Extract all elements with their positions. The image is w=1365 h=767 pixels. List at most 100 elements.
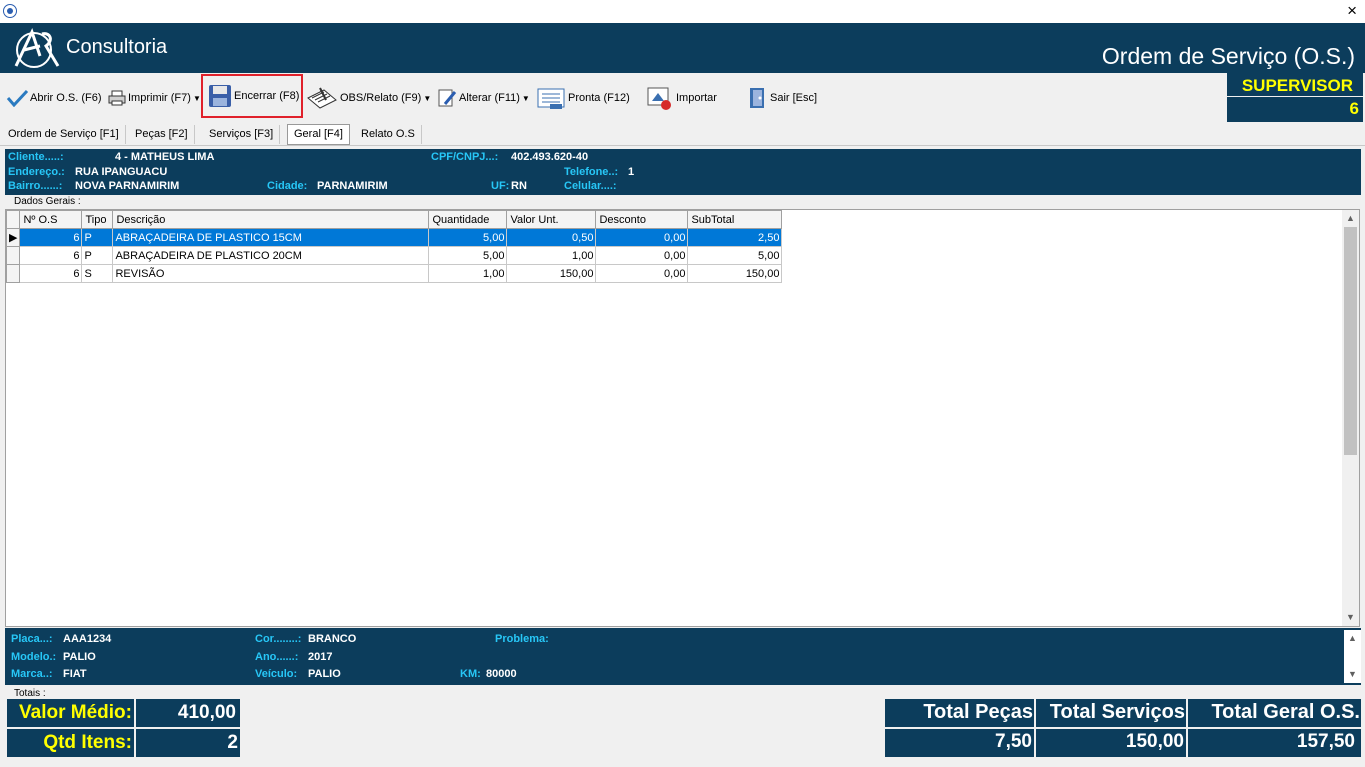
abrir-os-label: Abrir O.S. (F6) (30, 92, 102, 104)
cell-descricao[interactable]: ABRAÇADEIRA DE PLASTICO 20CM (112, 246, 430, 265)
cell-nos[interactable]: 6 (19, 264, 83, 283)
cell-tipo[interactable]: P (81, 246, 114, 265)
scroll-down-icon[interactable]: ▼ (1344, 666, 1361, 683)
cidade-label: Cidade: (267, 180, 308, 192)
user-number: 6 (1349, 99, 1359, 118)
cell-desconto[interactable]: 0,00 (595, 264, 689, 283)
table-row[interactable]: 6 S REVISÃO 1,00 150,00 0,00 150,00 (5, 264, 783, 283)
scroll-down-icon[interactable]: ▼ (1342, 609, 1359, 626)
abrir-os-button[interactable]: Abrir O.S. (F6) (6, 73, 102, 123)
cell-subtotal[interactable]: 5,00 (687, 246, 783, 265)
sair-label: Sair [Esc] (770, 92, 818, 104)
cell-desconto[interactable]: 0,00 (595, 246, 689, 265)
alterar-button[interactable]: Alterar (F11) ▼ (437, 73, 530, 123)
ano-label: Ano......: (255, 651, 299, 663)
table-row[interactable]: 6 P ABRAÇADEIRA DE PLASTICO 20CM 5,00 1,… (5, 246, 783, 265)
cell-subtotal[interactable]: 2,50 (687, 228, 783, 247)
cell-quantidade[interactable]: 1,00 (428, 264, 508, 283)
problema-scrollbar[interactable]: ▲ ▼ (1344, 630, 1361, 683)
cell-valor-unt[interactable]: 150,00 (506, 264, 597, 283)
cidade-value: PARNAMIRIM (317, 180, 388, 192)
col-header-valor-unt[interactable]: Valor Unt. (506, 210, 597, 229)
scrollbar-thumb[interactable] (1344, 227, 1357, 455)
scroll-up-icon[interactable]: ▲ (1344, 630, 1361, 647)
col-header-quantidade[interactable]: Quantidade (428, 210, 508, 229)
sair-button[interactable]: Sair [Esc] (746, 73, 817, 123)
encerrar-label: Encerrar (F8) (234, 90, 300, 102)
grid-scrollbar[interactable]: ▲ ▼ (1342, 210, 1359, 626)
document-list-icon (537, 88, 565, 109)
marca-value: FIAT (63, 668, 87, 680)
importar-button[interactable]: Importar (646, 73, 717, 123)
bairro-label: Bairro......: (8, 180, 63, 192)
cell-desconto[interactable]: 0,00 (595, 228, 689, 247)
col-header-subtotal[interactable]: SubTotal (687, 210, 783, 229)
cell-quantidade[interactable]: 5,00 (428, 228, 508, 247)
total-pecas-label: Total Peças (885, 699, 1034, 727)
uf-label: UF: (491, 180, 510, 192)
telefone-value: 1 (628, 166, 635, 178)
cell-quantidade[interactable]: 5,00 (428, 246, 508, 265)
tab-geral[interactable]: Geral [F4] (287, 124, 350, 145)
company-name: Consultoria (66, 36, 168, 58)
totais-legend: Totais : (14, 688, 46, 699)
obs-relato-label: OBS/Relato (F9) (340, 92, 422, 104)
tab-servicos[interactable]: Serviços [F3] (203, 125, 281, 144)
tab-relato-os[interactable]: Relato O.S (355, 125, 422, 144)
cell-valor-unt[interactable]: 1,00 (506, 246, 597, 265)
cell-descricao[interactable]: ABRAÇADEIRA DE PLASTICO 15CM (112, 228, 430, 247)
logo-icon (14, 27, 60, 68)
total-geral-value: 157,50 (1188, 729, 1361, 757)
tab-ordem-servico[interactable]: Ordem de Serviço [F1] (2, 125, 126, 144)
client-panel: Cliente.....: 4 - MATHEUS LIMA CPF/CNPJ.… (5, 149, 1361, 195)
encerrar-button[interactable]: Encerrar (F8) (201, 74, 303, 118)
cell-descricao[interactable]: REVISÃO (112, 264, 430, 283)
row-indicator (5, 264, 21, 283)
cell-subtotal[interactable]: 150,00 (687, 264, 783, 283)
cpf-value: 402.493.620-40 (511, 151, 589, 163)
celular-label: Celular....: (564, 180, 617, 192)
uf-value: RN (511, 180, 527, 192)
col-header-tipo[interactable]: Tipo (81, 210, 114, 229)
col-header-desconto[interactable]: Desconto (595, 210, 689, 229)
checkmark-icon (6, 89, 28, 107)
cell-valor-unt[interactable]: 0,50 (506, 228, 597, 247)
scroll-up-icon[interactable]: ▲ (1342, 210, 1359, 227)
edit-document-icon (438, 89, 457, 107)
obs-relato-button[interactable]: OBS/Relato (F9) ▼ (306, 73, 431, 123)
tab-pecas[interactable]: Peças [F2] (129, 125, 195, 144)
cell-tipo[interactable]: S (81, 264, 114, 283)
pronta-label: Pronta (F12) (568, 92, 630, 104)
endereco-value: RUA IPANGUACU (75, 166, 168, 178)
placa-value: AAA1234 (63, 633, 112, 645)
total-servicos-label: Total Serviços (1036, 699, 1186, 727)
close-icon[interactable]: × (1347, 1, 1357, 21)
table-header-row: Nº O.S Tipo Descrição Quantidade Valor U… (5, 210, 783, 229)
veiculo-value: PALIO (308, 668, 341, 680)
window-title: Ordem de Serviço (O.S.) (1101, 43, 1355, 69)
col-header-descricao[interactable]: Descrição (112, 210, 430, 229)
chevron-down-icon[interactable]: ▼ (423, 94, 431, 103)
toolbar: Abrir O.S. (F6) Imprimir (F7) ▼ Encerrar… (0, 73, 1226, 123)
cell-nos[interactable]: 6 (19, 246, 83, 265)
cpf-label: CPF/CNPJ...: (431, 151, 499, 163)
user-box: SUPERVISOR 6 (1227, 73, 1363, 122)
cor-label: Cor........: (255, 633, 302, 645)
cell-nos[interactable]: 6 (19, 228, 83, 247)
app-icon[interactable] (3, 4, 17, 18)
marca-label: Marca..: (11, 668, 53, 680)
valor-medio-value: 410,00 (136, 699, 240, 727)
table-row[interactable]: ▶ 6 P ABRAÇADEIRA DE PLASTICO 15CM 5,00 … (5, 228, 783, 247)
tab-bar: Ordem de Serviço [F1] Peças [F2] Serviço… (0, 123, 1365, 146)
pronta-button[interactable]: Pronta (F12) (536, 73, 630, 123)
imprimir-button[interactable]: Imprimir (F7) ▼ (108, 73, 201, 123)
cell-tipo[interactable]: P (81, 228, 114, 247)
chevron-down-icon[interactable]: ▼ (522, 94, 530, 103)
placa-label: Placa...: (11, 633, 53, 645)
title-bar: × (0, 0, 1365, 23)
row-indicator (5, 246, 21, 265)
chevron-down-icon[interactable]: ▼ (193, 94, 201, 103)
col-header-nos[interactable]: Nº O.S (19, 210, 83, 229)
exit-door-icon (750, 88, 764, 108)
bairro-value: NOVA PARNAMIRIM (75, 180, 180, 192)
